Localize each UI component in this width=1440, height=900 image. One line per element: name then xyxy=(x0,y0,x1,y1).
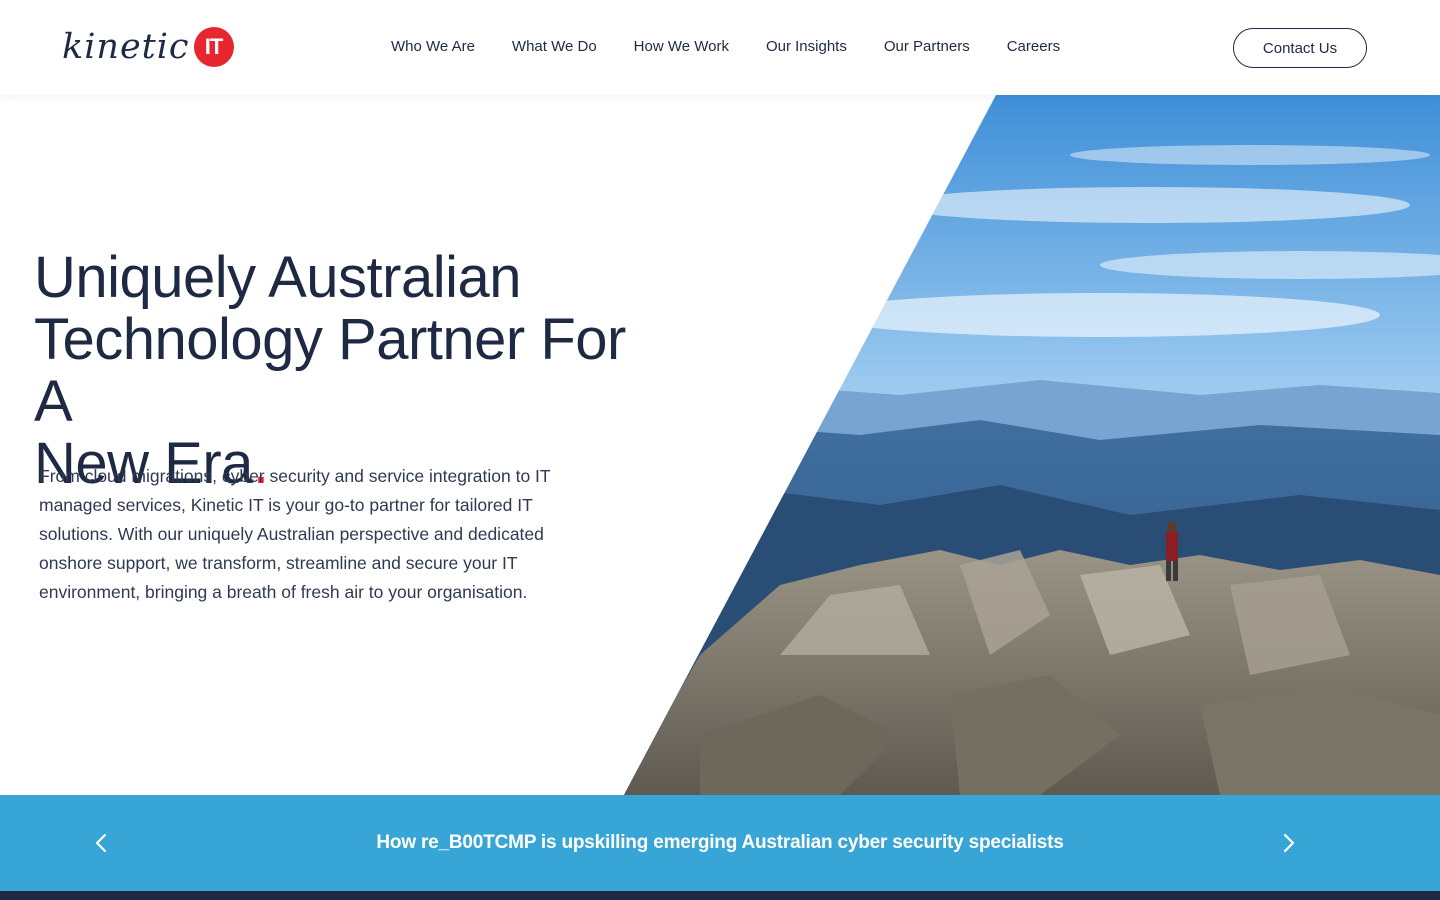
nav-careers[interactable]: Careers xyxy=(1007,37,1060,57)
hero-title-line-1: Uniquely Australian xyxy=(34,245,522,310)
nav-our-partners[interactable]: Our Partners xyxy=(884,37,970,57)
footer-strip xyxy=(0,891,1440,900)
hero-description: From cloud migrations, cyber security an… xyxy=(39,466,551,602)
main-nav: Who We Are What We Do How We Work Our In… xyxy=(391,37,1097,57)
hero-title: Uniquely Australian Technology Partner F… xyxy=(34,247,674,495)
nav-what-we-do[interactable]: What We Do xyxy=(512,37,597,57)
contact-us-button[interactable]: Contact Us xyxy=(1233,28,1367,68)
carousel-next-button[interactable] xyxy=(1277,829,1301,857)
chevron-left-icon xyxy=(95,833,107,853)
logo-wordmark: kinetic xyxy=(62,26,190,67)
hero-title-line-2: Technology Partner For A xyxy=(34,307,626,434)
carousel-prev-button[interactable] xyxy=(89,829,113,857)
insight-banner: How re_B00TCMP is upskilling emerging Au… xyxy=(0,795,1440,891)
banner-headline-link[interactable]: How re_B00TCMP is upskilling emerging Au… xyxy=(376,832,1063,854)
nav-how-we-work[interactable]: How We Work xyxy=(634,37,729,57)
nav-our-insights[interactable]: Our Insights xyxy=(766,37,847,57)
site-header: kinetic IT Who We Are What We Do How We … xyxy=(0,0,1440,95)
hero-section: Uniquely Australian Technology Partner F… xyxy=(0,95,1440,795)
nav-who-we-are[interactable]: Who We Are xyxy=(391,37,475,57)
kinetic-it-logo[interactable]: kinetic IT xyxy=(62,26,234,68)
logo-badge: IT xyxy=(193,27,234,67)
chevron-right-icon xyxy=(1283,833,1295,853)
